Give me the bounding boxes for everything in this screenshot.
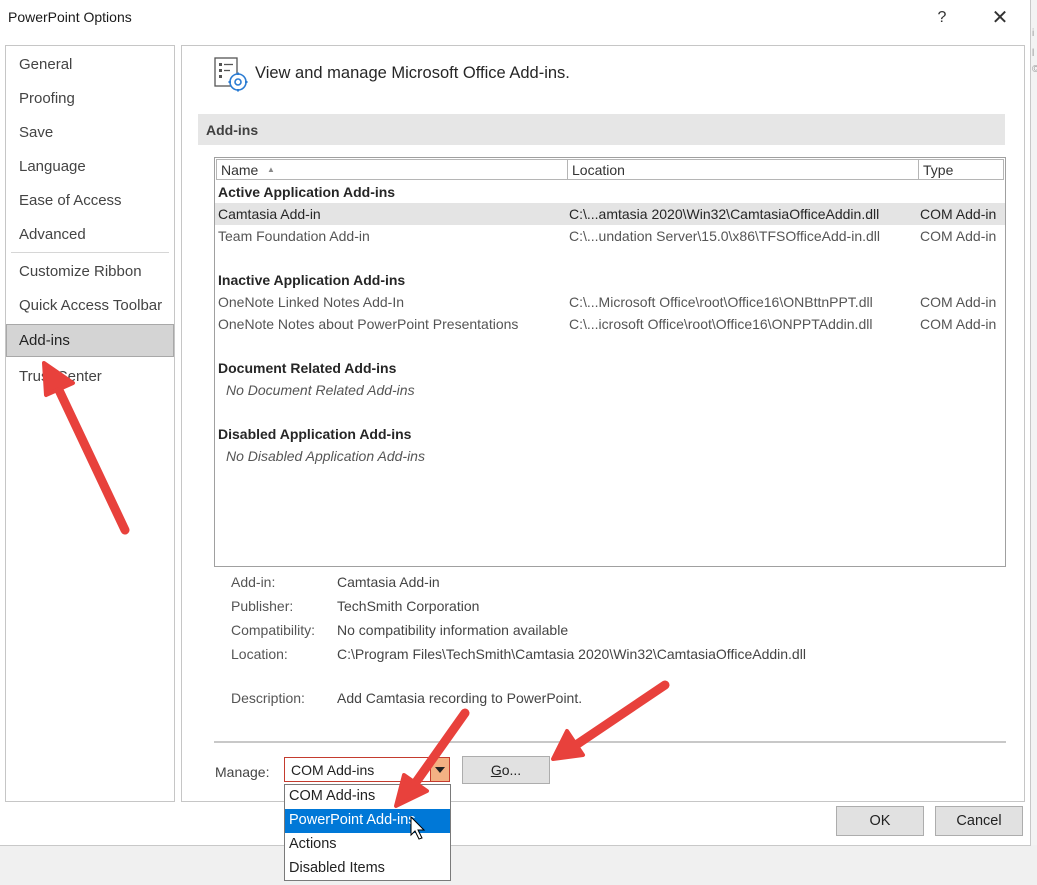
addin-type: COM Add-in [920, 294, 997, 310]
sidebar-item-label: Language [19, 158, 86, 175]
addin-type: COM Add-in [920, 228, 997, 244]
sidebar-nav: General Proofing Save Language Ease of A… [5, 45, 175, 802]
sidebar-item-proofing[interactable]: Proofing [6, 82, 174, 114]
sidebar-item-label: Save [19, 124, 54, 141]
table-row[interactable]: Camtasia Add-in C:\...amtasia 2020\Win32… [215, 203, 1005, 225]
sidebar-item-label: Customize Ribbon [19, 263, 142, 280]
sidebar-item-label: General [19, 56, 73, 73]
go-button[interactable]: Go... [462, 756, 550, 784]
detail-description-value: Add Camtasia recording to PowerPoint. [337, 690, 583, 706]
sidebar-item-trust-center[interactable]: Trust Center [6, 360, 174, 392]
manage-select[interactable]: COM Add-ins [284, 757, 450, 782]
window-title: PowerPoint Options [8, 9, 132, 25]
background-glyph: l [1032, 48, 1035, 59]
background-window-edge: i l © [1031, 0, 1037, 845]
dropdown-option-powerpoint-add-ins[interactable]: PowerPoint Add-ins [285, 809, 450, 833]
column-header-type[interactable]: Type [918, 159, 1004, 180]
sidebar-item-label: Advanced [19, 226, 86, 243]
addin-type: COM Add-in [920, 206, 997, 222]
title-bar: PowerPoint Options ? ✕ [0, 0, 1030, 36]
page-heading: View and manage Microsoft Office Add-ins… [255, 64, 570, 82]
background-glyph: © [1032, 64, 1037, 75]
cancel-button[interactable]: Cancel [935, 806, 1023, 836]
column-header-name[interactable]: Name ▲ [216, 159, 568, 180]
addin-name: Team Foundation Add-in [218, 228, 370, 244]
sidebar-item-label: Quick Access Toolbar [19, 297, 163, 314]
sidebar-item-label: Trust Center [19, 368, 102, 385]
table-row[interactable]: OneNote Notes about PowerPoint Presentat… [215, 313, 1005, 335]
detail-description-label: Description: [231, 690, 305, 706]
sidebar-item-general[interactable]: General [6, 48, 174, 80]
table-row[interactable]: OneNote Linked Notes Add-In C:\...Micros… [215, 291, 1005, 313]
sidebar-item-customize-ribbon[interactable]: Customize Ribbon [6, 255, 174, 287]
manage-dropdown-list: COM Add-ins PowerPoint Add-ins Actions D… [284, 784, 451, 881]
column-header-location[interactable]: Location [567, 159, 919, 180]
add-ins-settings-icon [214, 57, 248, 92]
dropdown-option-com-add-ins[interactable]: COM Add-ins [285, 785, 450, 809]
dropdown-option-label: Actions [289, 836, 337, 852]
sidebar-item-add-ins[interactable]: Add-ins [6, 324, 174, 357]
ok-button[interactable]: OK [836, 806, 924, 836]
section-header: Add-ins [198, 114, 1005, 145]
addin-name: Camtasia Add-in [218, 206, 321, 222]
divider [214, 741, 1006, 743]
addin-name: OneNote Linked Notes Add-In [218, 294, 405, 310]
go-button-label: o... [501, 762, 522, 778]
dropdown-option-disabled-items[interactable]: Disabled Items [285, 857, 450, 881]
addin-location: C:\...Microsoft Office\root\Office16\ONB… [569, 294, 873, 310]
column-location-label: Location [572, 162, 625, 178]
detail-compatibility-label: Compatibility: [231, 622, 316, 638]
detail-location-value: C:\Program Files\TechSmith\Camtasia 2020… [337, 646, 806, 662]
sidebar-item-label: Proofing [19, 90, 75, 107]
sidebar-item-label: Ease of Access [19, 192, 122, 209]
column-type-label: Type [923, 162, 954, 178]
detail-publisher-value: TechSmith Corporation [337, 598, 480, 614]
group-disabled-add-ins: Disabled Application Add-ins [218, 426, 412, 442]
sidebar-item-label: Add-ins [19, 332, 70, 349]
sort-ascending-icon: ▲ [267, 165, 275, 174]
background-glyph: i [1032, 28, 1035, 39]
dropdown-option-actions[interactable]: Actions [285, 833, 450, 857]
column-name-label: Name [221, 162, 259, 178]
group-inactive-add-ins: Inactive Application Add-ins [218, 272, 406, 288]
empty-disabled-add-ins: No Disabled Application Add-ins [226, 448, 425, 464]
manage-select-value: COM Add-ins [291, 762, 375, 778]
chevron-down-icon[interactable] [430, 758, 449, 781]
detail-publisher-label: Publisher: [231, 598, 294, 614]
powerpoint-options-dialog: PowerPoint Options ? ✕ General Proofing … [0, 0, 1031, 846]
group-document-add-ins: Document Related Add-ins [218, 360, 397, 376]
detail-location-label: Location: [231, 646, 288, 662]
sidebar-item-ease-of-access[interactable]: Ease of Access [6, 184, 174, 216]
detail-compatibility-value: No compatibility information available [337, 622, 569, 638]
manage-label: Manage: [215, 764, 270, 780]
addin-type: COM Add-in [920, 316, 997, 332]
dropdown-option-label: COM Add-ins [289, 788, 376, 804]
table-row[interactable]: Team Foundation Add-in C:\...undation Se… [215, 225, 1005, 247]
addin-name: OneNote Notes about PowerPoint Presentat… [218, 316, 519, 332]
dropdown-option-label: PowerPoint Add-ins [289, 812, 416, 828]
addin-location: C:\...undation Server\15.0\x86\TFSOffice… [569, 228, 881, 244]
detail-addin-value: Camtasia Add-in [337, 574, 440, 590]
add-ins-list[interactable]: Name ▲ Location Type Active Application … [214, 157, 1006, 567]
add-ins-panel: View and manage Microsoft Office Add-ins… [181, 45, 1025, 802]
sidebar-item-quick-access-toolbar[interactable]: Quick Access Toolbar [6, 289, 174, 321]
empty-document-add-ins: No Document Related Add-ins [226, 382, 415, 398]
help-button[interactable]: ? [930, 6, 954, 30]
addin-location: C:\...icrosoft Office\root\Office16\ONPP… [569, 316, 873, 332]
detail-addin-label: Add-in: [231, 574, 276, 590]
addin-location: C:\...amtasia 2020\Win32\CamtasiaOfficeA… [569, 206, 880, 222]
sidebar-divider [11, 252, 169, 253]
go-button-accelerator: G [490, 762, 502, 778]
sidebar-item-advanced[interactable]: Advanced [6, 218, 174, 250]
section-title: Add-ins [206, 122, 259, 138]
dropdown-option-label: Disabled Items [289, 860, 385, 876]
sidebar-item-language[interactable]: Language [6, 150, 174, 182]
close-button[interactable]: ✕ [986, 6, 1014, 30]
sidebar-item-save[interactable]: Save [6, 116, 174, 148]
group-active-add-ins: Active Application Add-ins [218, 184, 396, 200]
